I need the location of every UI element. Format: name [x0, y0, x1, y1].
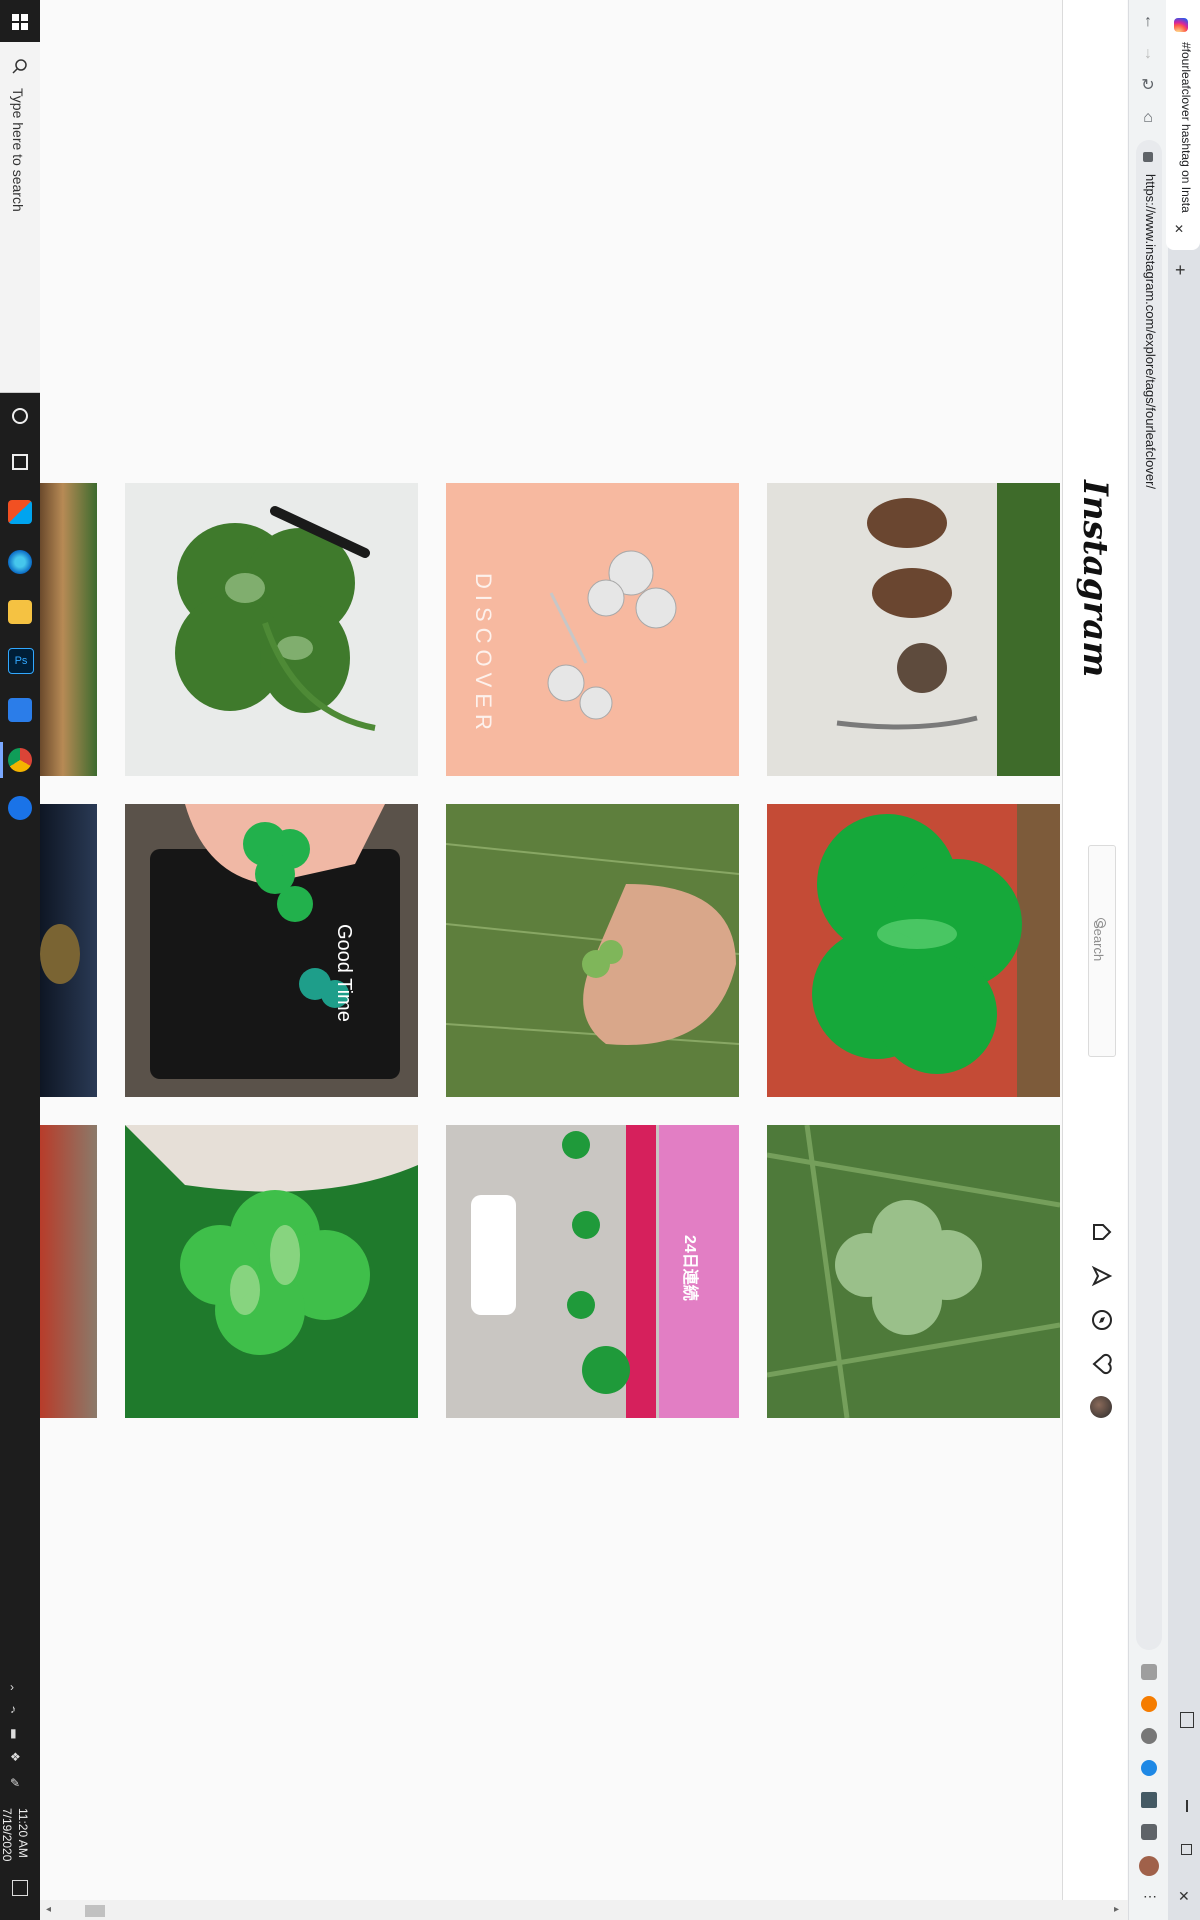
instagram-favicon-icon	[1174, 18, 1188, 32]
horizontal-scrollbar[interactable]	[40, 1900, 1128, 1920]
notifications-icon[interactable]	[12, 1880, 28, 1896]
window-close-icon[interactable]: ✕	[1178, 1888, 1190, 1905]
clover-beads-image	[150, 804, 400, 1079]
forward-icon[interactable]: ↓	[1136, 42, 1160, 66]
start-button[interactable]	[8, 10, 32, 34]
post-thumbnail[interactable]	[446, 804, 739, 1097]
new-tab-button[interactable]: +	[1175, 260, 1186, 281]
post-thumbnail[interactable]: 24日連続	[446, 1125, 739, 1418]
post-thumbnail[interactable]: Good Time	[125, 804, 418, 1097]
extension-orange-icon[interactable]	[1141, 1696, 1157, 1712]
charms-image	[836, 483, 1060, 776]
instagram-logo[interactable]: Instagram	[1075, 480, 1115, 677]
scroll-left-arrow-icon[interactable]: ◂	[46, 1904, 51, 1915]
post-thumbnail[interactable]	[767, 483, 1060, 776]
chrome-icon[interactable]	[8, 748, 32, 772]
cortana-icon[interactable]	[12, 408, 28, 424]
profile-avatar[interactable]	[1090, 1396, 1112, 1418]
photoshop-icon[interactable]: Ps	[8, 648, 34, 674]
photo-grid: DISCOVER Good Time 24日連続	[40, 483, 1060, 1420]
clock-date[interactable]: 7/19/2020	[0, 1808, 14, 1861]
tab-title[interactable]: #fourleafclover hashtag on Insta	[1179, 42, 1193, 217]
clover-hand-image	[125, 1125, 418, 1355]
dropbox-icon[interactable]: ❖	[10, 1750, 30, 1766]
clover-grass-image	[767, 1125, 1060, 1418]
app-icon[interactable]	[8, 698, 32, 722]
extension-circle-icon[interactable]	[1141, 1728, 1157, 1744]
back-icon[interactable]: ↑	[1136, 10, 1160, 34]
settings-icon[interactable]	[8, 796, 32, 820]
scrollbar-thumb[interactable]	[85, 1905, 105, 1917]
profile-avatar-icon[interactable]	[1139, 1856, 1159, 1876]
scroll-right-arrow-icon[interactable]: ▸	[1114, 1904, 1119, 1915]
window-restore-icon[interactable]	[1180, 1712, 1194, 1728]
store-icon[interactable]	[8, 500, 32, 524]
battery-icon[interactable]: ▮	[10, 1726, 30, 1742]
post-thumbnail[interactable]	[767, 804, 1060, 1097]
file-explorer-icon[interactable]	[8, 600, 32, 624]
tab-strip	[1168, 0, 1200, 1920]
volume-icon[interactable]: ♪	[10, 1702, 30, 1718]
home-nav-icon[interactable]	[1090, 1220, 1114, 1244]
explore-compass-icon[interactable]	[1090, 1308, 1114, 1332]
extension-blue-icon[interactable]	[1141, 1760, 1157, 1776]
post-thumbnail[interactable]: DISCOVER	[446, 483, 739, 776]
post-thumbnail[interactable]	[767, 1125, 1060, 1418]
reload-icon[interactable]: ↻	[1136, 74, 1160, 98]
more-menu-icon[interactable]: ⋯	[1143, 1888, 1157, 1905]
metal-clover-image	[812, 804, 1060, 1097]
lock-icon	[1143, 152, 1153, 162]
post-thumbnail-partial[interactable]	[40, 804, 97, 1097]
taskbar-search-text: Type here to search	[10, 88, 26, 212]
pen-icon[interactable]: ✎	[10, 1776, 30, 1792]
grass-hand-image	[446, 843, 739, 1045]
task-view-icon[interactable]	[12, 454, 28, 470]
post-thumbnail-partial[interactable]	[40, 1125, 97, 1418]
direct-messages-icon[interactable]	[1090, 1264, 1114, 1288]
day-count-overlay-text: 24日連続	[681, 1235, 698, 1301]
post-thumbnail[interactable]	[125, 483, 418, 776]
url-text[interactable]: https://www.instagram.com/explore/tags/f…	[1143, 174, 1158, 489]
windows-icon	[12, 14, 28, 30]
good-time-overlay-text: Good Time	[333, 924, 355, 1022]
post-thumbnail-partial[interactable]	[40, 483, 97, 776]
clock-time[interactable]: 11:20 AM	[16, 1808, 30, 1858]
extensions-puzzle-icon[interactable]	[1141, 1824, 1157, 1840]
clover-painting-image	[175, 506, 376, 731]
discover-overlay-text: DISCOVER	[471, 573, 496, 736]
chevron-up-icon[interactable]: ›	[10, 1680, 30, 1696]
extension-g-icon[interactable]	[1141, 1664, 1157, 1680]
tab-close-icon[interactable]: ✕	[1174, 222, 1184, 236]
search-magnifier-icon	[1096, 918, 1106, 928]
edge-icon[interactable]	[8, 550, 32, 574]
window-maximize-icon[interactable]	[1181, 1844, 1192, 1855]
extension-image-icon[interactable]	[1141, 1792, 1157, 1808]
activity-heart-icon[interactable]	[1090, 1352, 1114, 1376]
window-minimize-icon[interactable]	[1186, 1800, 1188, 1812]
home-icon[interactable]: ⌂	[1136, 106, 1160, 130]
active-app-indicator	[0, 742, 3, 778]
search-icon	[12, 58, 28, 74]
post-thumbnail[interactable]	[125, 1125, 418, 1418]
